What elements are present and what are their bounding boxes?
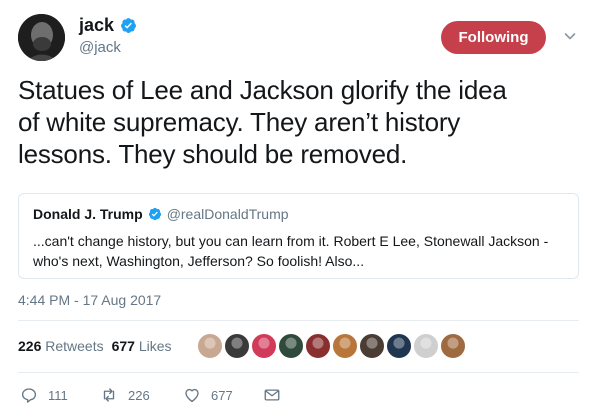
avatar-image [18, 14, 65, 61]
likes-stat[interactable]: 677 Likes [112, 338, 172, 354]
author-name[interactable]: jack [79, 15, 114, 36]
author-avatar[interactable] [18, 14, 65, 61]
divider [18, 372, 579, 373]
like-action[interactable]: 677 [183, 386, 263, 404]
heart-icon [185, 388, 199, 403]
quoted-text-line: ...can't change history, but you can lea… [33, 233, 549, 249]
retweet-icon [103, 388, 115, 402]
quoted-text-line: who's next, Washington, Jefferson? So fo… [33, 253, 365, 269]
quoted-tweet-text: ...can't change history, but you can lea… [33, 231, 568, 271]
tweet-text: Statues of Lee and Jackson glorify the i… [18, 74, 588, 170]
quoted-tweet[interactable]: Donald J. Trump @realDonaldTrump ...can'… [18, 193, 579, 279]
verified-badge-icon [121, 18, 136, 33]
likes-count: 677 [111, 338, 135, 354]
tweet-card: jack @jack Following Statues of Lee and … [0, 0, 597, 419]
liker-avatar[interactable] [332, 333, 358, 359]
reply-icon [21, 388, 37, 403]
liker-avatar[interactable] [413, 333, 439, 359]
likes-label: Likes [138, 338, 172, 354]
reply-action[interactable]: 111 [20, 386, 100, 404]
tweet-timestamp[interactable]: 4:44 PM - 17 Aug 2017 [18, 292, 161, 308]
quoted-tweet-header: Donald J. Trump @realDonaldTrump [33, 206, 564, 222]
divider [18, 320, 579, 321]
retweet-count: 226 [128, 387, 150, 403]
author-name-row[interactable]: jack [79, 15, 137, 36]
verified-badge-icon [148, 207, 161, 221]
quoted-author-handle: @realDonaldTrump [166, 206, 289, 222]
liker-avatar[interactable] [440, 333, 466, 359]
liker-avatar[interactable] [251, 333, 277, 359]
reply-count: 111 [48, 387, 68, 403]
retweets-count: 226 [18, 338, 42, 354]
quoted-author-name: Donald J. Trump [33, 206, 143, 222]
direct-message-action[interactable] [263, 386, 281, 404]
liker-avatar[interactable] [197, 333, 223, 359]
tweet-text-line: Statues of Lee and Jackson glorify the i… [18, 75, 507, 105]
liker-avatar[interactable] [305, 333, 331, 359]
tweet-text-line: lessons. They should be removed. [18, 139, 408, 169]
liker-avatar[interactable] [278, 333, 304, 359]
retweet-action[interactable]: 226 [100, 386, 183, 404]
tweet-text-line: of white supremacy. They aren’t history [18, 107, 461, 137]
retweets-label: Retweets [45, 338, 104, 354]
envelope-icon [264, 389, 280, 401]
liker-avatar[interactable] [386, 333, 412, 359]
chevron-down-icon[interactable] [564, 30, 576, 42]
retweets-stat[interactable]: 226 Retweets [18, 338, 104, 354]
following-button[interactable]: Following [441, 21, 546, 54]
liker-avatars [197, 333, 467, 359]
like-count: 677 [211, 387, 233, 403]
tweet-actions: 111 226 677 [20, 386, 281, 404]
author-handle[interactable]: @jack [79, 39, 121, 56]
tweet-stats: 226 Retweets 677 Likes [18, 338, 172, 354]
liker-avatar[interactable] [224, 333, 250, 359]
liker-avatar[interactable] [359, 333, 385, 359]
